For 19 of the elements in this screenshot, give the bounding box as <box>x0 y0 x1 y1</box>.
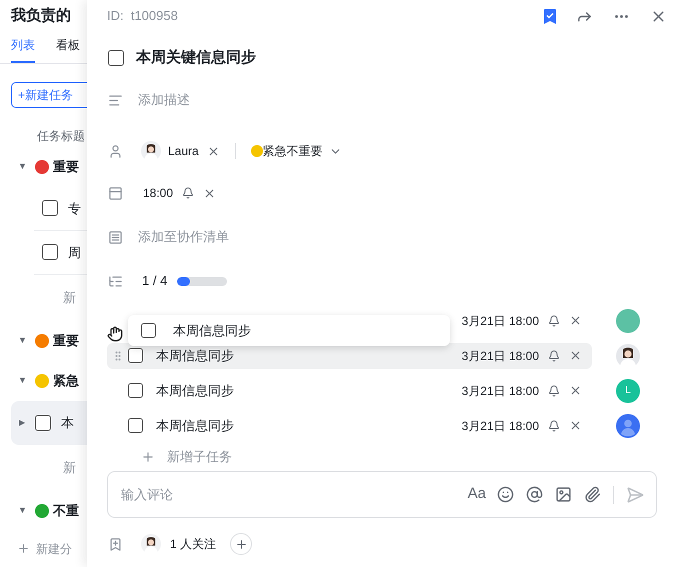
group-title: 重要 <box>52 332 79 350</box>
task-title: 专 <box>68 200 81 218</box>
group-title: 重要 <box>52 158 79 176</box>
subtask-title: 本周信息同步 <box>156 416 234 435</box>
subtask-title: 本周信息同步 <box>156 346 234 365</box>
group-title: 紧急 <box>52 372 79 390</box>
subtask-title: 本周信息同步 <box>173 322 251 340</box>
group-title: 不重 <box>52 502 79 520</box>
sidebar-title: 我负责的 <box>11 6 71 26</box>
task-title: 周 <box>68 244 81 262</box>
comment-placeholder: 输入评论 <box>121 486 174 504</box>
avatar: L <box>616 378 640 402</box>
subtask-count: 1 / 4 <box>142 272 168 290</box>
task-title: 本 <box>61 414 74 432</box>
task-title: 本周关键信息同步 <box>136 48 256 68</box>
task-id: ID: t100958 <box>107 7 179 26</box>
followers-count: 1 人关注 <box>170 536 216 553</box>
subtask-title: 本周信息同步 <box>156 382 234 400</box>
column-header: 任务标题 <box>37 128 85 145</box>
